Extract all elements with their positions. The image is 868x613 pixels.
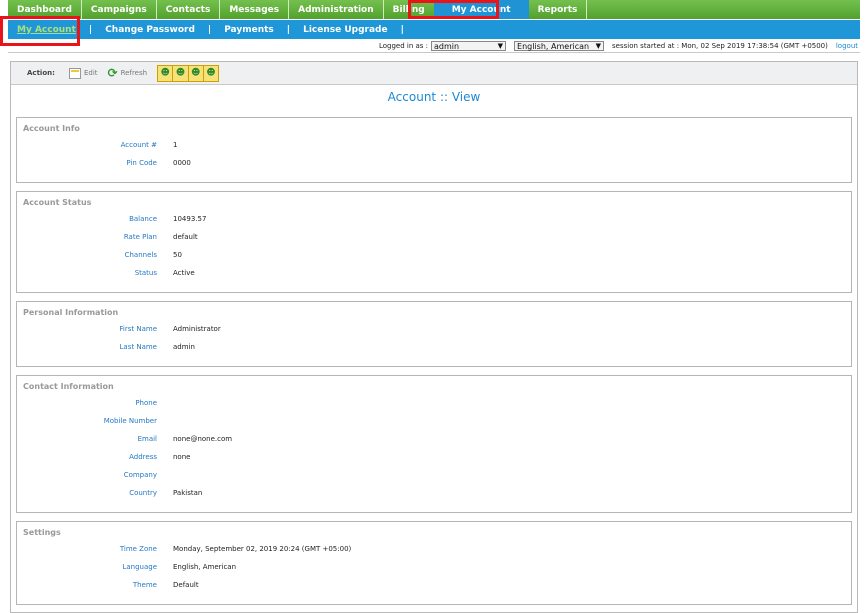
field-label: First Name — [119, 325, 157, 333]
edit-icon — [69, 67, 81, 79]
fieldset-personal-information: Personal Information First Name Administ… — [16, 301, 852, 367]
field-value: admin — [173, 343, 195, 351]
field-row: Address none — [17, 453, 851, 465]
subnav-separator: | — [88, 24, 93, 35]
field-label: Time Zone — [119, 545, 157, 553]
status-bar: Logged in as : admin ▼ English, American… — [8, 40, 860, 53]
field-label: Mobile Number — [103, 417, 157, 425]
field-value: Monday, September 02, 2019 20:24 (GMT +0… — [173, 545, 352, 553]
edit-label: Edit — [84, 69, 98, 77]
nav-campaigns[interactable]: Campaigns — [82, 0, 157, 19]
refresh-label: Refresh — [120, 69, 148, 77]
session-info: session started at : Mon, 02 Sep 2019 17… — [612, 42, 828, 50]
section-title: Account Status — [23, 198, 92, 207]
field-value: Active — [173, 269, 195, 277]
highlight-box-nav — [408, 0, 499, 19]
field-label: Channels — [124, 251, 157, 259]
dropdown-arrow-icon: ▼ — [497, 42, 504, 50]
section-title: Personal Information — [23, 308, 119, 317]
user-select-value: admin — [434, 41, 460, 51]
field-value: 10493.57 — [173, 215, 207, 223]
field-row: Account # 1 — [17, 141, 851, 153]
field-row: Balance 10493.57 — [17, 215, 851, 227]
field-row: Mobile Number — [17, 417, 851, 429]
field-value: English, American — [173, 563, 237, 571]
field-label: Balance — [129, 215, 157, 223]
field-row: Phone — [17, 399, 851, 411]
field-label: Account # — [120, 141, 157, 149]
field-label: Theme — [132, 581, 157, 589]
action-bar: Action: Edit ⟳ Refresh ☻ ☻ ☻ ☻ — [11, 62, 857, 85]
section-title: Settings — [23, 528, 61, 537]
fieldset-account-info: Account Info Account # 1 Pin Code 0000 — [16, 117, 852, 183]
field-label: Language — [122, 563, 157, 571]
field-value: Pakistan — [173, 489, 203, 497]
subnav-license-upgrade[interactable]: License Upgrade — [298, 25, 393, 35]
dropdown-arrow-icon: ▼ — [595, 42, 602, 50]
subnav-separator: | — [207, 24, 212, 35]
users-group-icon[interactable]: ☻ ☻ ☻ ☻ — [157, 64, 220, 82]
nav-reports[interactable]: Reports — [529, 0, 588, 19]
field-row: Rate Plan default — [17, 233, 851, 245]
nav-contacts[interactable]: Contacts — [157, 0, 221, 19]
field-value: none@none.com — [173, 435, 233, 443]
field-label: Email — [137, 435, 157, 443]
field-row: Country Pakistan — [17, 489, 851, 501]
account-view-panel: Action: Edit ⟳ Refresh ☻ ☻ ☻ ☻ Account :: V… — [10, 61, 858, 613]
user-select[interactable]: admin ▼ — [431, 41, 507, 51]
language-select[interactable]: English, American ▼ — [514, 41, 605, 51]
field-value: none — [173, 453, 191, 461]
subnav-separator: | — [286, 24, 291, 35]
sub-nav: My Account | Change Password | Payments … — [8, 20, 860, 39]
field-label: Company — [123, 471, 157, 479]
field-label: Address — [129, 453, 157, 461]
field-label: Phone — [135, 399, 157, 407]
field-value: 50 — [173, 251, 182, 259]
field-row: Theme Default — [17, 581, 851, 593]
field-row: First Name Administrator — [17, 325, 851, 337]
field-row: Last Name admin — [17, 343, 851, 355]
fieldset-contact-information: Contact Information Phone Mobile Number … — [16, 375, 852, 513]
field-value: Default — [173, 581, 199, 589]
nav-messages[interactable]: Messages — [220, 0, 290, 19]
subnav-separator: | — [400, 24, 404, 35]
field-row: Pin Code 0000 — [17, 159, 851, 171]
field-row: Language English, American — [17, 563, 851, 575]
field-value: default — [173, 233, 198, 241]
language-select-value: English, American — [517, 41, 590, 51]
refresh-icon: ⟳ — [107, 66, 118, 80]
fieldset-account-status: Account Status Balance 10493.57 Rate Pla… — [16, 191, 852, 293]
edit-button[interactable]: Edit — [69, 67, 98, 79]
field-label: Rate Plan — [123, 233, 157, 241]
page-title: Account :: View — [387, 90, 481, 104]
field-row: Status Active — [17, 269, 851, 281]
section-title: Contact Information — [23, 382, 114, 391]
refresh-button[interactable]: ⟳ Refresh — [107, 66, 148, 80]
field-value: 1 — [173, 141, 178, 149]
field-row: Company — [17, 471, 851, 483]
section-title: Account Info — [23, 124, 80, 133]
field-label: Pin Code — [126, 159, 157, 167]
subnav-payments[interactable]: Payments — [219, 25, 279, 35]
field-value: Administrator — [173, 325, 221, 333]
action-label: Action: — [27, 69, 55, 77]
fieldset-settings: Settings Time Zone Monday, September 02,… — [16, 521, 852, 605]
nav-administration[interactable]: Administration — [289, 0, 384, 19]
field-row: Email none@none.com — [17, 435, 851, 447]
logout-link[interactable]: logout — [836, 42, 858, 50]
subnav-change-password[interactable]: Change Password — [100, 25, 200, 35]
field-label: Status — [134, 269, 157, 277]
field-value: 0000 — [173, 159, 191, 167]
field-row: Time Zone Monday, September 02, 2019 20:… — [17, 545, 851, 557]
logged-in-label: Logged in as : — [378, 42, 429, 50]
field-label: Last Name — [119, 343, 157, 351]
field-label: Country — [129, 489, 157, 497]
field-row: Channels 50 — [17, 251, 851, 263]
